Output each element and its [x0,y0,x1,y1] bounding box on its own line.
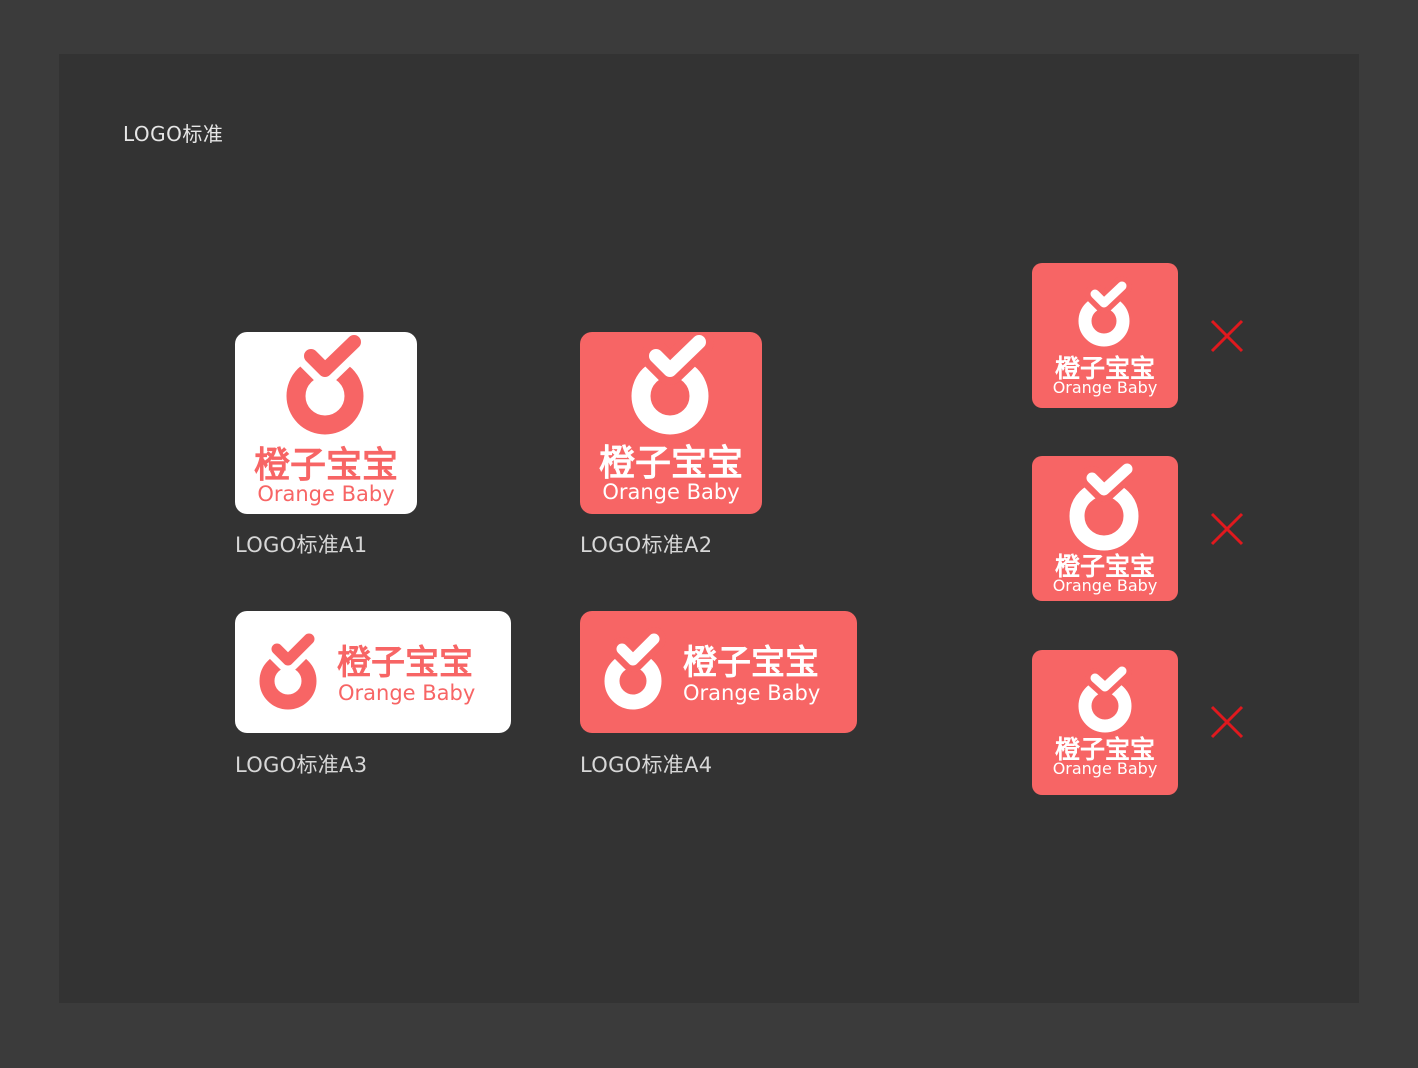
brand-name-cn: 橙子宝宝 [683,643,819,683]
brand-name-en: Orange Baby [683,681,820,705]
logo-mark-icon [631,332,714,435]
page-title: LOGO标准 [123,122,224,146]
brand-name-cn: 橙子宝宝 [254,445,398,486]
rejected-logo-3-graphic: 橙子宝宝 Orange Baby [1053,661,1158,778]
caption-a2: LOGO标准A2 [580,533,713,557]
rejected-logo-1: 橙子宝宝 Orange Baby [1032,263,1178,408]
logo-mark-icon [1069,457,1139,551]
logo-a4: 橙子宝宝 Orange Baby [580,611,857,733]
logo-mark-icon [286,332,369,435]
brand-name-cn: 橙子宝宝 [337,643,473,683]
cross-icon [1210,705,1244,739]
brand-name-en: Orange Baby [602,480,739,504]
caption-a3: LOGO标准A3 [235,753,368,777]
logo-mark-icon [1078,276,1132,347]
cross-icon [1210,319,1244,353]
brand-name-en: Orange Baby [257,482,394,506]
rejected-logo-2: 橙子宝宝 Orange Baby [1032,456,1178,601]
rejected-logo-3: 橙子宝宝 Orange Baby [1032,650,1178,795]
logo-mark-icon [604,627,666,710]
rejected-logo-1-graphic: 橙子宝宝 Orange Baby [1053,276,1158,397]
cross-icon [1210,512,1244,546]
logo-a4-graphic: 橙子宝宝 Orange Baby [604,627,820,710]
brand-name-cn: 橙子宝宝 [599,443,743,484]
logo-a2-graphic: 橙子宝宝 Orange Baby [599,332,743,504]
brand-name-en: Orange Baby [338,681,475,705]
logo-a3-graphic: 橙子宝宝 Orange Baby [259,627,475,710]
brand-name-en: Orange Baby [1053,378,1158,397]
logo-mark-icon [259,627,321,710]
caption-a1: LOGO标准A1 [235,533,368,557]
brand-name-en: Orange Baby [1053,759,1158,778]
rejected-logo-2-graphic: 橙子宝宝 Orange Baby [1053,457,1158,595]
logo-mark-icon [1078,661,1132,733]
logo-a2: 橙子宝宝 Orange Baby [580,332,762,514]
caption-a4: LOGO标准A4 [580,753,713,777]
brand-name-en: Orange Baby [1053,576,1158,595]
logo-a1: 橙子宝宝 Orange Baby [235,332,417,514]
logo-a1-graphic: 橙子宝宝 Orange Baby [254,332,398,506]
logo-a3: 橙子宝宝 Orange Baby [235,611,511,733]
